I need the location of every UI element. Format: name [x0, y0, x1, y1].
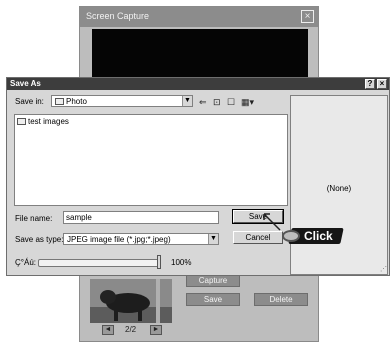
- dialog-title: Save As: [10, 79, 41, 88]
- new-folder-icon[interactable]: ☐: [227, 97, 235, 108]
- save-in-dropdown[interactable]: Photo ▼: [51, 95, 193, 107]
- prev-page-button[interactable]: ◄: [102, 325, 114, 335]
- screen-capture-title-bar: Screen Capture ×: [80, 7, 318, 27]
- quality-label: Ç°Áú:: [15, 258, 36, 267]
- view-menu-icon[interactable]: ▦▾: [241, 97, 254, 108]
- screen-capture-title: Screen Capture: [86, 11, 150, 21]
- pointer-hand-icon: [263, 213, 281, 231]
- save-as-type-dropdown[interactable]: JPEG image file (*.jpg;*.jpeg) ▼: [63, 233, 219, 245]
- page-indicator: 2/2: [125, 325, 137, 334]
- save-as-type-value: JPEG image file (*.jpg;*.jpeg): [67, 235, 171, 244]
- chevron-down-icon[interactable]: ▼: [208, 234, 218, 244]
- chevron-down-icon[interactable]: ▼: [182, 96, 192, 106]
- bg-save-button[interactable]: Save: [186, 293, 240, 306]
- quality-value: 100%: [171, 258, 192, 267]
- save-in-value: Photo: [66, 97, 87, 106]
- quality-slider-thumb[interactable]: [157, 255, 161, 269]
- folder-name: test images: [28, 117, 69, 126]
- delete-button[interactable]: Delete: [254, 293, 308, 306]
- capture-thumbnail: [90, 279, 172, 323]
- list-item[interactable]: test images: [17, 117, 69, 126]
- help-button[interactable]: ?: [365, 79, 375, 89]
- click-label: Click: [304, 229, 333, 243]
- preview-text: (None): [326, 184, 352, 193]
- resize-grip-icon[interactable]: ⋰: [380, 265, 387, 273]
- folder-icon: [17, 118, 26, 126]
- file-list[interactable]: test images: [14, 114, 288, 206]
- file-name-input[interactable]: sample: [63, 211, 219, 224]
- file-name-label: File name:: [15, 214, 53, 223]
- back-arrow-icon[interactable]: ⇐: [199, 97, 207, 108]
- dialog-close-button[interactable]: ×: [377, 79, 387, 89]
- quality-slider[interactable]: [38, 259, 160, 267]
- save-as-dialog: Save As ? × Save in: Photo ▼ ⇐ ⊡ ☐ ▦▾ te…: [6, 77, 390, 276]
- screen-capture-close-button[interactable]: ×: [301, 10, 314, 23]
- screen: Screen Capture × Capture Save Delete ◄ 2…: [0, 0, 390, 342]
- save-in-label: Save in:: [15, 97, 44, 106]
- click-cursor-icon: [282, 230, 300, 242]
- folder-icon: [55, 98, 64, 106]
- up-folder-icon[interactable]: ⊡: [213, 97, 221, 108]
- dog-photo-thumbnail: [90, 279, 172, 323]
- preview-panel: (None): [290, 95, 388, 275]
- next-page-button[interactable]: ►: [150, 325, 162, 335]
- save-as-type-label: Save as type:: [15, 235, 64, 244]
- dialog-title-bar: Save As ? ×: [7, 78, 389, 90]
